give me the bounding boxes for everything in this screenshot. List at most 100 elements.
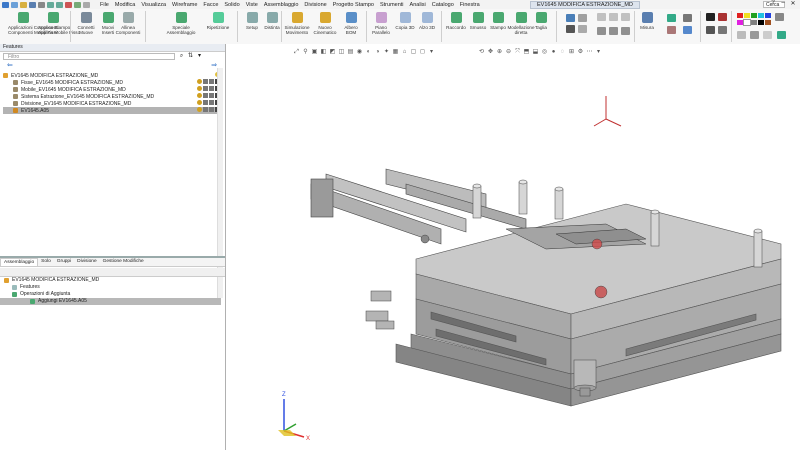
menu-progetto-stampo[interactable]: Progetto Stampo — [333, 2, 374, 8]
color-swatch-red[interactable] — [737, 13, 743, 18]
open-folder-icon[interactable] — [20, 1, 27, 8]
menu-solido[interactable]: Solido — [224, 2, 239, 8]
menu-finestra[interactable]: Finestra — [460, 2, 480, 8]
layer-icon[interactable] — [718, 13, 727, 21]
tree-item[interactable]: Mobile_EV1645 MODIFICA ESTRAZIONE_MD — [3, 86, 222, 93]
checkmark-icon[interactable] — [777, 31, 786, 39]
menu-catalogo[interactable]: Catalogo — [432, 2, 454, 8]
new-file-icon[interactable] — [11, 1, 18, 8]
menu-visualizza[interactable]: Visualizza — [141, 2, 166, 8]
lock-icon[interactable] — [209, 100, 214, 105]
arc-icon[interactable] — [578, 25, 587, 33]
lock-icon[interactable] — [209, 107, 214, 112]
tree-item[interactable]: Divisione_EV1645 MODIFICA ESTRAZIONE_MD — [3, 100, 222, 107]
text-icon[interactable] — [597, 27, 606, 35]
cylinder-assembly[interactable] — [310, 168, 527, 245]
search-icon[interactable]: ⌕ — [178, 53, 185, 60]
color-swatch-cyan[interactable] — [758, 13, 764, 18]
ribbon-misura-button[interactable]: Misura — [632, 12, 662, 30]
status-icon[interactable] — [203, 93, 208, 98]
grid-icon[interactable] — [706, 13, 715, 21]
color-swatch-brown[interactable] — [765, 20, 771, 25]
3d-viewport[interactable]: ⤢ ⚲ ▣ ◧ ◩ ◫ ▤ ◉ ◐ ◑ ✦ ▦ ⌂ ▢ ◻ ▾ ⟲ ✥ ⊕ ⊖ … — [226, 44, 800, 450]
note-icon[interactable] — [609, 27, 618, 35]
tree-options-icon[interactable]: ▾ — [196, 53, 203, 60]
minimize-icon[interactable]: – — [778, 0, 788, 7]
dimension-icon[interactable] — [597, 13, 606, 21]
filter-icon[interactable] — [718, 26, 727, 34]
app-logo-icon[interactable] — [2, 1, 9, 8]
menu-assemblaggio[interactable]: Assemblaggio — [264, 2, 299, 8]
delete-icon[interactable] — [65, 1, 72, 8]
more-colors-icon[interactable] — [775, 13, 784, 21]
view-icon[interactable] — [667, 14, 676, 22]
history-item[interactable]: Operazioni di Aggiunta — [0, 291, 225, 298]
sketch-icon[interactable] — [566, 14, 575, 22]
settings-icon[interactable] — [83, 1, 90, 8]
history-item[interactable]: EV1645 MODIFICA ESTRAZIONE_MD — [0, 277, 225, 284]
bulb-icon[interactable] — [197, 100, 202, 105]
history-item-selected[interactable]: Aggiungi EV1645.A05 — [0, 298, 221, 305]
wire-icon[interactable] — [706, 26, 715, 34]
render-icon[interactable] — [667, 26, 676, 34]
ribbon-simulazione-button[interactable]: Simulazione Movimento — [282, 12, 312, 35]
mold-model[interactable]: Z X — [226, 44, 800, 450]
section-icon[interactable] — [683, 26, 692, 34]
dropdown-icon[interactable] — [763, 31, 772, 39]
select-icon[interactable] — [74, 1, 81, 8]
redo-icon[interactable] — [56, 1, 63, 8]
transparency-icon[interactable] — [737, 31, 746, 39]
ribbon-applicazioni-button[interactable]: Applicazioni Componenti Componenti Mobili… — [8, 12, 59, 35]
menu-divisione[interactable]: Divisione — [304, 2, 326, 8]
line-icon[interactable] — [578, 14, 587, 22]
bulb-icon[interactable] — [197, 79, 202, 84]
tab-solo[interactable]: Solo — [38, 258, 54, 266]
arrow-left-icon[interactable]: ⇐ — [7, 62, 13, 69]
curve-icon[interactable] — [566, 25, 575, 33]
material-icon[interactable] — [750, 31, 759, 39]
lock-icon[interactable] — [209, 93, 214, 98]
tab-assemblaggio[interactable]: Assemblaggio — [0, 258, 39, 266]
bulb-icon[interactable] — [197, 86, 202, 91]
ribbon-albero-button[interactable]: Albero BOM — [336, 12, 366, 35]
color-swatch-blue[interactable] — [765, 13, 771, 18]
status-icon[interactable] — [203, 79, 208, 84]
status-icon[interactable] — [203, 86, 208, 91]
tab-divisione[interactable]: Divisione — [74, 258, 99, 266]
ribbon-applica-stampo-button[interactable]: Applica Stampo Applica Mobile Fisso — [38, 12, 80, 35]
undo-icon[interactable] — [47, 1, 54, 8]
document-tab[interactable]: EV1645 MODIFICA ESTRAZIONE_MD — [530, 1, 640, 9]
print-icon[interactable] — [38, 1, 45, 8]
help-icon[interactable]: ? — [768, 0, 778, 7]
menu-facce[interactable]: Facce — [203, 2, 218, 8]
tree-item[interactable]: Sistema Estrazione_EV1645 MODIFICA ESTRA… — [3, 93, 222, 100]
color-swatch-yellow[interactable] — [744, 13, 750, 18]
close-icon[interactable]: ✕ — [788, 0, 798, 7]
status-icon[interactable] — [203, 107, 208, 112]
bulb-icon[interactable] — [197, 107, 202, 112]
menu-strumenti[interactable]: Strumenti — [380, 2, 404, 8]
color-swatch-white[interactable] — [743, 19, 751, 26]
ribbon-alzo-3d-button[interactable]: Alzo 3D — [412, 12, 442, 30]
angle-icon[interactable] — [609, 13, 618, 21]
status-icon[interactable] — [203, 100, 208, 105]
ribbon-ripetizione-button[interactable]: Ripetizione — [203, 12, 233, 30]
ribbon-taglia-button[interactable]: Taglia — [526, 12, 556, 30]
ribbon-speciale-button[interactable]: Speciale Assemblaggio — [166, 12, 196, 35]
menu-wireframe[interactable]: Wireframe — [172, 2, 197, 8]
menu-modifica[interactable]: Modifica — [115, 2, 135, 8]
color-swatch-magenta[interactable] — [737, 20, 743, 25]
tree-item[interactable]: EV1645 MODIFICA ESTRAZIONE_MD — [3, 72, 222, 79]
color-swatch-gray[interactable] — [751, 20, 757, 25]
annotation-icon[interactable] — [621, 27, 630, 35]
tab-gruppi[interactable]: Gruppi — [54, 258, 74, 266]
radius-icon[interactable] — [621, 13, 630, 21]
history-item[interactable]: Features — [0, 284, 225, 291]
color-swatch-green[interactable] — [751, 13, 757, 18]
menu-viste[interactable]: Viste — [246, 2, 258, 8]
lock-icon[interactable] — [209, 86, 214, 91]
ribbon-allinea-button[interactable]: Allinea Componenti — [113, 12, 143, 35]
sort-icon[interactable]: ⇅ — [187, 53, 194, 60]
zoom-icon[interactable] — [683, 14, 692, 22]
tree-item-selected[interactable]: EV1645.A05 — [3, 107, 222, 114]
